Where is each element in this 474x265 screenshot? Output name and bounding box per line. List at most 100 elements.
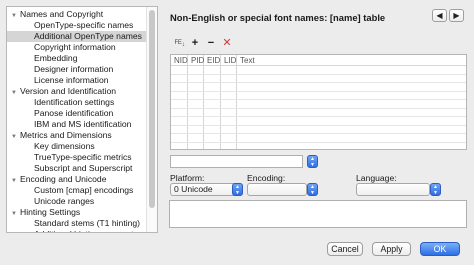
column-header-eid[interactable]: EID xyxy=(204,55,221,65)
column-header-text[interactable]: Text xyxy=(237,55,466,65)
name-records-table[interactable]: NID PID EID LID Text xyxy=(170,54,467,150)
table-cell[interactable] xyxy=(204,117,221,125)
table-cell[interactable] xyxy=(221,100,237,108)
record-stepper[interactable]: ▲ ▼ xyxy=(307,155,318,168)
platform-select[interactable]: 0 Unicode ▲ ▼ xyxy=(170,183,243,196)
tree-scrollbar[interactable] xyxy=(146,7,157,232)
tree-scrollbar-thumb[interactable] xyxy=(149,10,155,208)
table-cell[interactable] xyxy=(171,66,188,74)
table-cell[interactable] xyxy=(237,126,466,134)
table-cell[interactable] xyxy=(221,142,237,149)
table-cell[interactable] xyxy=(171,83,188,91)
tree-item[interactable]: OpenType-specific names xyxy=(7,20,146,31)
table-cell[interactable] xyxy=(237,92,466,100)
tree-item[interactable]: Embedding xyxy=(7,53,146,64)
table-cell[interactable] xyxy=(204,100,221,108)
tree-item[interactable]: Custom [cmap] encodings xyxy=(7,185,146,196)
table-cell[interactable] xyxy=(188,74,204,82)
table-cell[interactable] xyxy=(171,108,188,116)
encoding-stepper[interactable]: ▲ ▼ xyxy=(307,183,318,196)
table-cell[interactable] xyxy=(221,125,237,133)
settings-tree[interactable]: ▼ Names and Copyright OpenType-specific na… xyxy=(6,6,158,233)
table-cell[interactable] xyxy=(237,109,466,117)
table-cell[interactable] xyxy=(221,66,237,74)
table-cell[interactable] xyxy=(221,91,237,99)
cancel-button[interactable]: Cancel xyxy=(327,242,363,256)
remove-row-icon[interactable]: − xyxy=(205,37,217,49)
table-row[interactable] xyxy=(171,108,466,117)
table-row[interactable] xyxy=(171,83,466,92)
tree-item[interactable]: Identification settings xyxy=(7,97,146,108)
table-cell[interactable] xyxy=(188,100,204,108)
table-cell[interactable] xyxy=(188,142,204,149)
table-cell[interactable] xyxy=(171,134,188,142)
tree-item[interactable]: TrueType-specific metrics xyxy=(7,152,146,163)
sort-icon[interactable]: FE xyxy=(171,37,185,51)
tree-item[interactable]: Standard stems (T1 hinting) xyxy=(7,218,146,229)
table-cell[interactable] xyxy=(204,74,221,82)
table-row[interactable] xyxy=(171,134,466,143)
table-cell[interactable] xyxy=(221,83,237,91)
tree-item[interactable]: Subscript and Superscript xyxy=(7,163,146,174)
table-cell[interactable] xyxy=(171,117,188,125)
table-cell[interactable] xyxy=(237,66,466,74)
table-cell[interactable] xyxy=(237,134,466,142)
table-cell[interactable] xyxy=(188,125,204,133)
table-cell[interactable] xyxy=(237,117,466,125)
table-cell[interactable] xyxy=(221,74,237,82)
tree-group[interactable]: ▼ Hinting Settings xyxy=(7,207,146,218)
tree-item[interactable]: Panose identification xyxy=(7,108,146,119)
language-stepper[interactable]: ▲ ▼ xyxy=(430,183,441,196)
table-row[interactable] xyxy=(171,66,466,75)
column-header-lid[interactable]: LID xyxy=(221,55,237,65)
name-text-area[interactable] xyxy=(169,200,467,228)
record-text-field[interactable] xyxy=(170,155,303,168)
previous-page-button[interactable]: ◀ xyxy=(432,9,447,22)
table-cell[interactable] xyxy=(221,134,237,142)
table-cell[interactable] xyxy=(171,91,188,99)
table-row[interactable] xyxy=(171,125,466,134)
column-header-nid[interactable]: NID xyxy=(171,55,188,65)
table-cell[interactable] xyxy=(237,100,466,108)
table-cell[interactable] xyxy=(171,74,188,82)
table-cell[interactable] xyxy=(204,108,221,116)
table-cell[interactable] xyxy=(204,134,221,142)
table-cell[interactable] xyxy=(188,108,204,116)
tree-group[interactable]: ▼ Names and Copyright xyxy=(7,9,146,20)
table-cell[interactable] xyxy=(171,142,188,149)
table-cell[interactable] xyxy=(188,83,204,91)
table-cell[interactable] xyxy=(221,108,237,116)
table-cell[interactable] xyxy=(204,83,221,91)
next-page-button[interactable]: ▶ xyxy=(449,9,464,22)
table-row[interactable] xyxy=(171,74,466,83)
tree-item[interactable]: Additional OpenType names xyxy=(7,31,146,42)
table-cell[interactable] xyxy=(204,91,221,99)
tree-group[interactable]: ▼ Version and Identification xyxy=(7,86,146,97)
tree-group[interactable]: ▼ Encoding and Unicode xyxy=(7,174,146,185)
table-cell[interactable] xyxy=(171,125,188,133)
language-field[interactable] xyxy=(356,183,430,196)
table-cell[interactable] xyxy=(204,125,221,133)
table-row[interactable] xyxy=(171,117,466,126)
table-cell[interactable] xyxy=(188,134,204,142)
ok-button[interactable]: OK xyxy=(420,242,460,256)
table-cell[interactable] xyxy=(221,117,237,125)
tree-item[interactable]: Unicode ranges xyxy=(7,196,146,207)
column-header-pid[interactable]: PID xyxy=(188,55,204,65)
table-cell[interactable] xyxy=(171,100,188,108)
table-cell[interactable] xyxy=(237,83,466,91)
table-cell[interactable] xyxy=(237,75,466,83)
table-cell[interactable] xyxy=(188,91,204,99)
table-row[interactable] xyxy=(171,142,466,150)
table-cell[interactable] xyxy=(188,117,204,125)
table-cell[interactable] xyxy=(188,66,204,74)
table-cell[interactable] xyxy=(204,142,221,149)
tree-item[interactable]: License information xyxy=(7,75,146,86)
table-cell[interactable] xyxy=(237,143,466,150)
encoding-field[interactable] xyxy=(247,183,307,196)
table-row[interactable] xyxy=(171,91,466,100)
apply-button[interactable]: Apply xyxy=(372,242,411,256)
tree-item[interactable]: IBM and MS identification xyxy=(7,119,146,130)
tree-item[interactable]: Copyright information xyxy=(7,42,146,53)
tree-group[interactable]: ▼ Metrics and Dimensions xyxy=(7,130,146,141)
